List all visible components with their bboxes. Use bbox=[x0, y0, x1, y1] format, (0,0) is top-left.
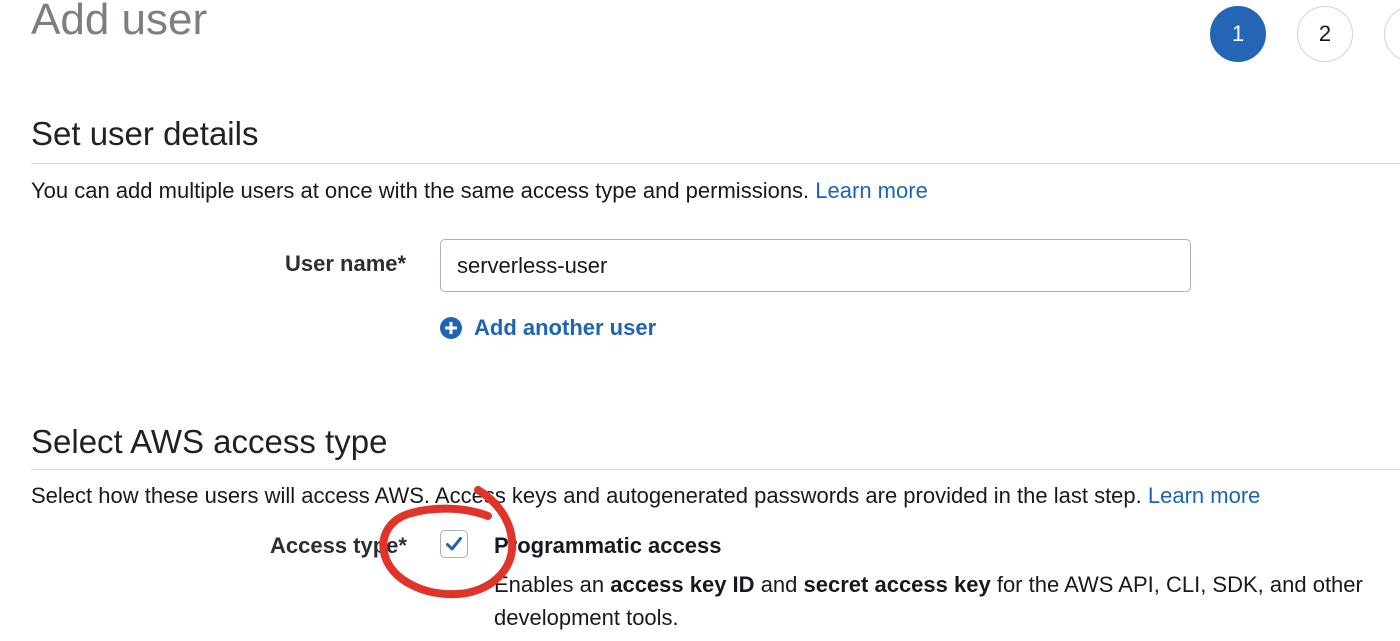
access-type-description: Select how these users will access AWS. … bbox=[31, 482, 1260, 510]
desc-access-key-id: access key ID bbox=[610, 572, 755, 597]
access-type-description-text: Select how these users will access AWS. … bbox=[31, 483, 1142, 508]
user-details-description-text: You can add multiple users at once with … bbox=[31, 178, 810, 203]
section-divider bbox=[31, 163, 1400, 164]
checkmark-icon bbox=[446, 537, 462, 551]
add-another-user-label: Add another user bbox=[474, 315, 657, 340]
access-type-label: Access type* bbox=[270, 533, 407, 558]
programmatic-access-title: Programmatic access bbox=[494, 533, 722, 558]
section-divider bbox=[31, 469, 1400, 470]
section-heading-access-type: Select AWS access type bbox=[31, 423, 388, 460]
learn-more-link-access-type[interactable]: Learn more bbox=[1148, 483, 1261, 508]
desc-prefix: Enables an bbox=[494, 572, 605, 597]
plus-circle-icon bbox=[440, 317, 462, 339]
page-title: Add user bbox=[31, 0, 208, 44]
add-user-page: Add user 1 2 Set user details You can ad… bbox=[0, 0, 1400, 641]
user-name-input[interactable] bbox=[440, 239, 1191, 292]
user-details-description: You can add multiple users at once with … bbox=[31, 177, 928, 205]
section-heading-user-details: Set user details bbox=[31, 115, 259, 152]
programmatic-access-description: Enables an access key ID and secret acce… bbox=[494, 568, 1384, 634]
step-2-indicator[interactable]: 2 bbox=[1297, 6, 1353, 62]
programmatic-access-checkbox[interactable] bbox=[440, 530, 468, 558]
step-1-indicator[interactable]: 1 bbox=[1210, 6, 1266, 62]
learn-more-link-user-details[interactable]: Learn more bbox=[815, 178, 928, 203]
desc-mid: and bbox=[760, 572, 798, 597]
step-3-indicator[interactable] bbox=[1384, 6, 1400, 62]
desc-secret-access-key: secret access key bbox=[803, 572, 991, 597]
user-name-label: User name* bbox=[285, 251, 407, 276]
add-another-user-link[interactable]: Add another user bbox=[440, 313, 656, 343]
